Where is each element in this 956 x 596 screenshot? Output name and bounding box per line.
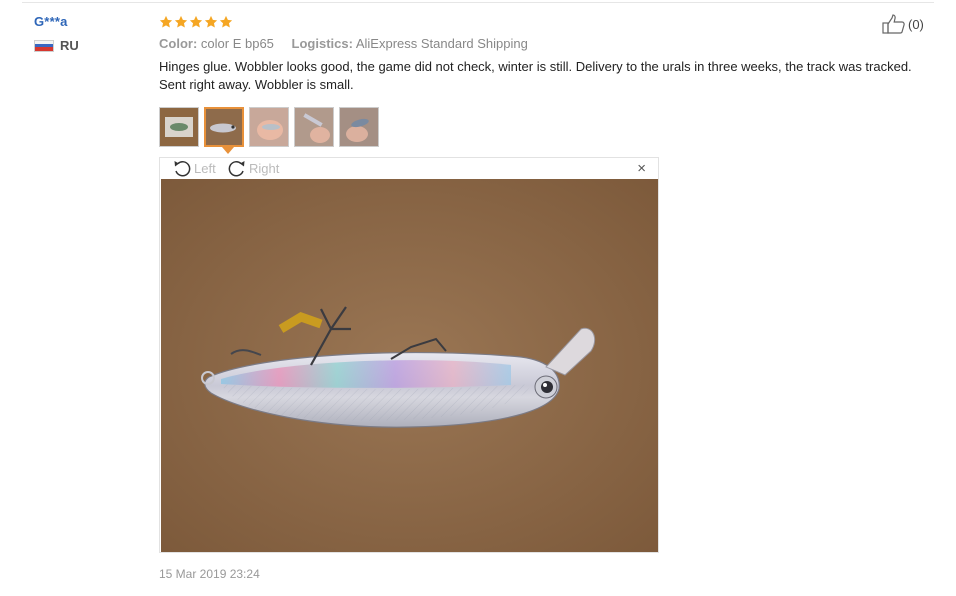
review-timestamp: 15 Mar 2019 23:24 — [159, 567, 260, 581]
star-icon — [219, 15, 233, 28]
logistics-value: AliExpress Standard Shipping — [355, 36, 528, 51]
helpful-button[interactable]: (0) — [882, 14, 924, 34]
review-thumbnail[interactable] — [339, 107, 379, 147]
rotate-right-label: Right — [249, 160, 280, 176]
review-thumbnail[interactable] — [294, 107, 334, 147]
star-icon — [189, 15, 203, 28]
logistics-label: Logistics: — [291, 36, 353, 51]
active-thumbnail-pointer — [222, 147, 234, 154]
star-icon — [159, 15, 173, 28]
country-code: RU — [60, 38, 79, 53]
review-content: Color: color E bp65 Logistics: AliExpres… — [159, 13, 919, 94]
reviewer-info: G***a RU — [34, 14, 144, 53]
flag-icon — [34, 39, 54, 52]
review-thumbnail[interactable] — [249, 107, 289, 147]
color-label: Color: — [159, 36, 198, 51]
review-thumbnail-active[interactable] — [204, 107, 244, 147]
review-thumbnail[interactable] — [159, 107, 199, 147]
close-icon[interactable]: × — [637, 160, 646, 178]
reviewer-name[interactable]: G***a — [34, 14, 144, 29]
star-icon — [174, 15, 188, 28]
rotate-left-label: Left — [194, 160, 216, 176]
order-info: Color: color E bp65 Logistics: AliExpres… — [159, 36, 919, 51]
rotate-right-button[interactable]: Right — [227, 159, 279, 177]
star-rating — [159, 13, 919, 31]
review-photo — [161, 179, 658, 552]
rotate-right-icon — [228, 161, 245, 177]
thumbs-up-icon — [882, 14, 905, 34]
review-thumbnails — [159, 107, 379, 147]
top-divider — [22, 2, 934, 3]
helpful-count: (0) — [908, 16, 924, 32]
viewer-toolbar: Left Right × — [160, 158, 658, 179]
rotate-left-icon — [174, 161, 191, 177]
reviewer-country: RU — [34, 38, 144, 53]
star-icon — [204, 15, 218, 28]
review-text: Hinges glue. Wobbler looks good, the gam… — [159, 59, 912, 92]
rotate-left-button[interactable]: Left — [172, 159, 216, 177]
image-viewer: Left Right × — [159, 157, 659, 553]
color-value: color E bp65 — [200, 36, 274, 51]
